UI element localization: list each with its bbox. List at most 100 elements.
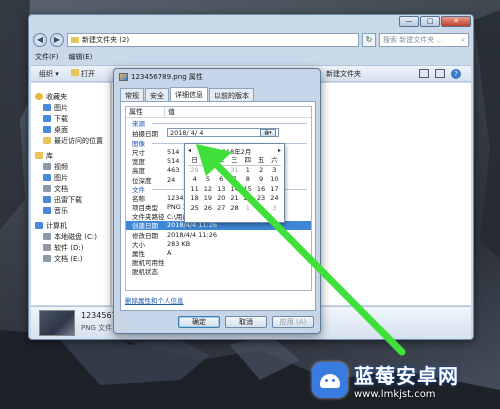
- calendar-day[interactable]: 12: [201, 185, 214, 195]
- calendar-day[interactable]: 28: [188, 166, 201, 176]
- column-property[interactable]: 属性: [126, 107, 164, 117]
- calendar-day[interactable]: 26: [201, 204, 214, 214]
- apply-button[interactable]: 应用 (A): [272, 316, 314, 328]
- calendar-day[interactable]: 7: [228, 175, 241, 185]
- calendar-day[interactable]: 11: [188, 185, 201, 195]
- calendar-month-title[interactable]: 2018年2月: [218, 146, 252, 156]
- refresh-button[interactable]: ↻: [362, 33, 376, 47]
- cancel-button[interactable]: 取消: [225, 316, 267, 328]
- minimize-button[interactable]: —: [399, 16, 419, 27]
- remove-properties-link[interactable]: 删除属性和个人信息: [125, 295, 184, 305]
- property-row[interactable]: 大小 283 KB: [126, 239, 311, 249]
- file-type: PNG 文件: [81, 324, 113, 332]
- column-value[interactable]: 值: [164, 107, 311, 117]
- search-icon: ⌕: [461, 35, 465, 44]
- next-month-button[interactable]: ▸: [278, 147, 281, 154]
- calendar-day[interactable]: 21: [228, 194, 241, 204]
- property-row[interactable]: 属性 A: [126, 248, 311, 258]
- calendar-day[interactable]: 5: [201, 175, 214, 185]
- calendar-header: ◂ 2018年2月 ▸: [188, 146, 281, 156]
- nav-item-favorites[interactable]: 收藏夹: [31, 91, 110, 102]
- open-button[interactable]: 打开: [70, 68, 95, 79]
- document-icon: [43, 185, 51, 192]
- forward-button[interactable]: ▶: [50, 33, 64, 47]
- folder-icon: [71, 37, 79, 43]
- calendar-day[interactable]: 1: [241, 166, 254, 176]
- nav-item-pictures[interactable]: 图片: [31, 102, 110, 113]
- menu-bar: 文件(F) 编辑(E): [35, 52, 92, 62]
- calendar-day[interactable]: 28: [228, 204, 241, 214]
- calendar-day[interactable]: 16: [254, 185, 267, 195]
- calendar-day[interactable]: 14: [228, 185, 241, 195]
- property-row[interactable]: 脱机可用性: [126, 258, 311, 267]
- nav-item-documents[interactable]: 文档: [31, 183, 110, 194]
- calendar-day[interactable]: 6: [215, 175, 228, 185]
- help-icon[interactable]: ?: [451, 69, 461, 79]
- back-button[interactable]: ◀: [33, 33, 47, 47]
- weekday-label: 六: [267, 156, 281, 166]
- calendar-day[interactable]: 31: [228, 166, 241, 176]
- star-icon: [35, 93, 43, 100]
- nav-item-drive-c[interactable]: 本地磁盘 (C:): [31, 231, 110, 242]
- maximize-button[interactable]: □: [420, 16, 440, 27]
- calendar-day[interactable]: 22: [241, 194, 254, 204]
- calendar-day[interactable]: 4: [188, 175, 201, 185]
- calendar-day[interactable]: 20: [215, 194, 228, 204]
- nav-item-drive-e[interactable]: 文档 (E:): [31, 253, 110, 264]
- calendar-day[interactable]: 2: [254, 204, 267, 214]
- desktop-icon: [43, 126, 51, 133]
- calendar-day[interactable]: 25: [188, 204, 201, 214]
- calendar-day[interactable]: 10: [268, 175, 281, 185]
- watermark-site-name: 蓝莓安卓网: [354, 364, 459, 388]
- calendar-day[interactable]: 27: [215, 204, 228, 214]
- calendar-day[interactable]: 2: [254, 166, 267, 176]
- nav-item-music[interactable]: 音乐: [31, 205, 110, 216]
- shoot-date-picker[interactable]: 2018/ 4/ 4 ▦▾: [167, 128, 279, 138]
- calendar-day[interactable]: 19: [201, 194, 214, 204]
- calendar-popup: ◂ 2018年2月 ▸ 日 一 二 三 四 五 六 28 29 30 31 1 …: [184, 143, 285, 223]
- calendar-day[interactable]: 13: [215, 185, 228, 195]
- disk-icon: [43, 255, 51, 262]
- address-bar[interactable]: 新建文件夹 (2): [67, 33, 359, 47]
- nav-item-pictures-lib[interactable]: 图片: [31, 172, 110, 183]
- property-row[interactable]: 拍摄日期 2018/ 4/ 4 ▦▾: [126, 127, 311, 138]
- calendar-day[interactable]: 29: [201, 166, 214, 176]
- view-options-icon[interactable]: [419, 69, 429, 78]
- image-file-icon: [119, 72, 128, 81]
- nav-item-thunder[interactable]: 迅雷下载: [31, 194, 110, 205]
- nav-item-desktop[interactable]: 桌面: [31, 124, 110, 135]
- preview-pane-icon[interactable]: [435, 69, 445, 78]
- property-row[interactable]: 修改日期 2018/4/4 11:26: [126, 230, 311, 240]
- calendar-day[interactable]: 23: [254, 194, 267, 204]
- calendar-day[interactable]: 1: [241, 204, 254, 214]
- close-button[interactable]: ✕: [441, 16, 471, 27]
- weekday-label: 二: [214, 156, 228, 166]
- calendar-day[interactable]: 3: [268, 166, 281, 176]
- calendar-day[interactable]: 3: [268, 204, 281, 214]
- calendar-day[interactable]: 15: [241, 185, 254, 195]
- property-row[interactable]: 脱机状态: [126, 267, 311, 276]
- nav-item-videos[interactable]: 视频: [31, 161, 110, 172]
- pictures-icon: [43, 174, 51, 181]
- ok-button[interactable]: 确定: [178, 316, 220, 328]
- prev-month-button[interactable]: ◂: [188, 147, 191, 154]
- search-input[interactable]: 搜索 新建文件夹 ... ⌕: [379, 33, 469, 47]
- nav-item-drive-d[interactable]: 软件 (D:): [31, 242, 110, 253]
- calendar-day[interactable]: 30: [215, 166, 228, 176]
- calendar-day[interactable]: 18: [188, 194, 201, 204]
- file-thumbnail: [39, 310, 75, 336]
- calendar-day[interactable]: 9: [254, 175, 267, 185]
- organize-button[interactable]: 组织 ▾: [39, 69, 59, 79]
- nav-item-libraries[interactable]: 库: [31, 150, 110, 161]
- nav-item-downloads[interactable]: 下载: [31, 113, 110, 124]
- nav-item-recent[interactable]: 最近访问的位置: [31, 135, 110, 146]
- menu-file[interactable]: 文件(F): [35, 52, 59, 62]
- property-value: 2018/ 4/ 4 ▦▾: [164, 128, 311, 138]
- calendar-day[interactable]: 17: [268, 185, 281, 195]
- calendar-dropdown-icon[interactable]: ▦▾: [260, 128, 276, 137]
- nav-item-computer[interactable]: 计算机: [31, 220, 110, 231]
- new-folder-button[interactable]: 新建文件夹: [326, 69, 361, 79]
- calendar-day[interactable]: 8: [241, 175, 254, 185]
- calendar-day[interactable]: 24: [268, 194, 281, 204]
- menu-edit[interactable]: 编辑(E): [69, 52, 93, 62]
